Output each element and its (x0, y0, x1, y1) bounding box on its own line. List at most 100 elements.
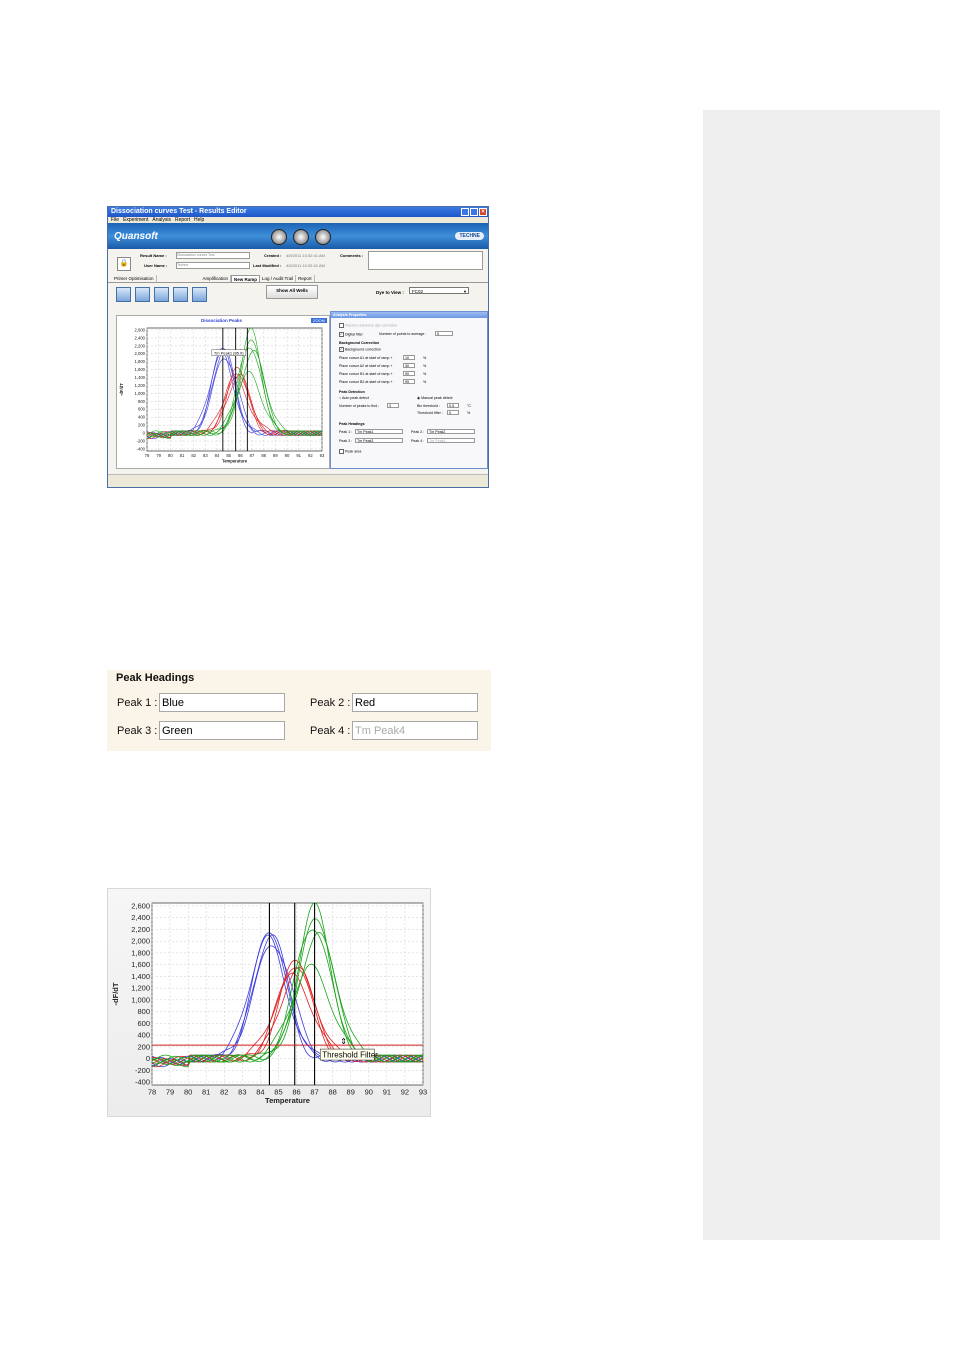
x-tick-label: 79 (156, 453, 161, 458)
y-tick-label: 1,600 (131, 960, 150, 969)
dye-select[interactable]: FC02 (409, 287, 469, 295)
bg-heading: Background Correction (339, 341, 380, 345)
cursor-b1-label: Place cursor B1 at start of ramp + (339, 372, 393, 376)
prop-peak3-input[interactable]: Tm Peak3 (355, 438, 403, 443)
passive-ref-label: Passive reference dye correction (345, 323, 398, 328)
y-tick-label: 0 (146, 1054, 150, 1063)
vendor-logo: TECHNE (455, 232, 484, 240)
comments-field[interactable] (368, 251, 483, 270)
show-all-wells-button[interactable]: Show All Wells (266, 285, 318, 299)
dye-label: Dye to View : (376, 290, 404, 295)
x-tick-label: 82 (191, 453, 196, 458)
threshold-tooltip-text: Threshold Filter (322, 1051, 378, 1060)
digital-filter-label: Digital filter (345, 332, 363, 337)
y-tick-label: 0 (143, 431, 146, 436)
minimize-button[interactable] (461, 208, 469, 216)
tab-report[interactable]: Report (296, 275, 315, 282)
table-view-icon[interactable] (192, 287, 207, 302)
x-tick-label: 84 (215, 453, 220, 458)
cursor-b2-input[interactable]: 95 (403, 379, 415, 384)
amplification-view-icon[interactable] (116, 287, 131, 302)
x-tick-label: 91 (383, 1088, 391, 1097)
window-title: Dissociation curves Test - Results Edito… (111, 208, 247, 215)
close-button[interactable]: × (479, 208, 487, 216)
x-tick-label: 79 (166, 1088, 174, 1097)
x-tick-label: 88 (328, 1088, 336, 1097)
manual-peak-radio[interactable]: ◉ Manual peak detect (417, 396, 453, 400)
digital-filter-checkbox[interactable]: ✓ Digital filter (339, 332, 363, 337)
save-icon[interactable] (293, 229, 309, 245)
y-tick-label: 800 (137, 1007, 150, 1016)
cursor-a2-input[interactable]: 30 (403, 363, 415, 368)
x-tick-label: 80 (168, 453, 173, 458)
y-tick-label: 600 (137, 1019, 150, 1028)
x-tick-label: 83 (203, 453, 208, 458)
derivative-view-icon[interactable] (173, 287, 188, 302)
bin-threshold-input[interactable]: 0.5 (447, 403, 459, 408)
peaks-to-find-label: Number of peaks to find : (339, 404, 380, 408)
peak-detection-heading: Peak Detection (339, 390, 365, 394)
y-tick-label: 1,800 (131, 948, 150, 957)
drag-handle-icon: ⇕ (340, 1037, 347, 1046)
bg-correction-check-icon: ✓ (339, 347, 344, 352)
x-tick-label: 87 (310, 1088, 318, 1097)
x-tick-label: 81 (202, 1088, 210, 1097)
passive-ref-checkbox[interactable]: Passive reference dye correction (339, 323, 397, 328)
peak-area-checkbox[interactable]: Peak area (339, 449, 361, 454)
prop-peak2-input[interactable]: Tm Peak2 (427, 429, 475, 434)
tab-new-ramp[interactable]: New Ramp (231, 275, 261, 282)
cursor-a1-unit: % (423, 356, 427, 360)
bin-threshold-label: Bin threshold : (417, 404, 440, 408)
prop-peak1-input[interactable]: Tm Peak1 (355, 429, 403, 434)
auto-peak-radio[interactable]: ○ Auto peak detect (339, 396, 369, 400)
y-tick-label: 200 (137, 1042, 150, 1051)
x-tick-label: 81 (180, 453, 185, 458)
settings-icon[interactable] (271, 229, 287, 245)
x-tick-label: 78 (145, 453, 150, 458)
x-tick-label: 90 (285, 453, 290, 458)
threshold-chart: 78 79 80 81 82 83 84 85 86 87 88 89 90 91 92 93 2,600 2,4… (107, 888, 431, 1117)
peaks-view-icon[interactable] (154, 287, 169, 302)
y-tick-label: -200 (137, 438, 146, 443)
cursor-b1-unit: % (423, 372, 427, 376)
prop-peak4-input[interactable]: Tm Peak4 (427, 438, 475, 443)
ramp-view-icon[interactable] (135, 287, 150, 302)
y-tick-label: 1,800 (135, 359, 146, 364)
peak3-label: Peak 3 : (117, 725, 158, 737)
y-tick-label: 600 (138, 407, 146, 412)
threshold-filter-input[interactable]: 5 (447, 410, 459, 415)
maximize-button[interactable] (470, 208, 478, 216)
result-name-field[interactable]: Dissociation curves Test (176, 252, 250, 259)
x-tick-label: 83 (238, 1088, 246, 1097)
user-name-field[interactable]: Techne (176, 262, 250, 269)
peak4-input[interactable]: Tm Peak4 (352, 721, 478, 740)
app-banner: Quansoft TECHNE (108, 223, 488, 249)
passive-ref-check-icon (339, 323, 344, 328)
peaks-to-find-input[interactable]: 3 (387, 403, 399, 408)
tab-amplification[interactable]: Amplification (201, 275, 232, 282)
x-axis-label: Temperature (265, 1096, 310, 1105)
cursor-a1-input[interactable]: 10 (403, 355, 415, 360)
peak1-input[interactable]: Blue (159, 693, 285, 712)
tab-log-audit-trail[interactable]: Log / Audit Trail (260, 275, 297, 282)
y-tick-label: 1,000 (131, 995, 150, 1004)
points-select[interactable]: 5 (435, 331, 453, 336)
bg-correction-checkbox[interactable]: ✓ Background correction (339, 347, 381, 352)
x-tick-label: 78 (148, 1088, 156, 1097)
dissociation-chart: Dissociation Peaks ZOOM 78 79 80 81 82 83 84 85… (116, 315, 330, 469)
x-tick-label: 90 (365, 1088, 373, 1097)
peak3-input[interactable]: Green (159, 721, 285, 740)
modified-value: 4/5/2011 10:32:41 AM (286, 263, 325, 268)
view-toolbar: Show All Wells Dye to View : FC02 (108, 283, 488, 305)
cursor-b1-input[interactable]: 90 (403, 371, 415, 376)
y-tick-label: 2,600 (135, 327, 146, 332)
zoom-button[interactable]: ZOOM (311, 318, 327, 323)
lock-icon[interactable]: 🔒 (117, 257, 131, 271)
x-tick-label: 88 (261, 453, 266, 458)
peak-area-label: Peak area (345, 449, 362, 454)
y-tick-label: 1,600 (135, 367, 146, 372)
export-icon[interactable] (315, 229, 331, 245)
x-tick-label: 93 (419, 1088, 427, 1097)
peak2-input[interactable]: Red (352, 693, 478, 712)
tab-primer-optimisation[interactable]: Primer Optimisation (112, 275, 157, 282)
